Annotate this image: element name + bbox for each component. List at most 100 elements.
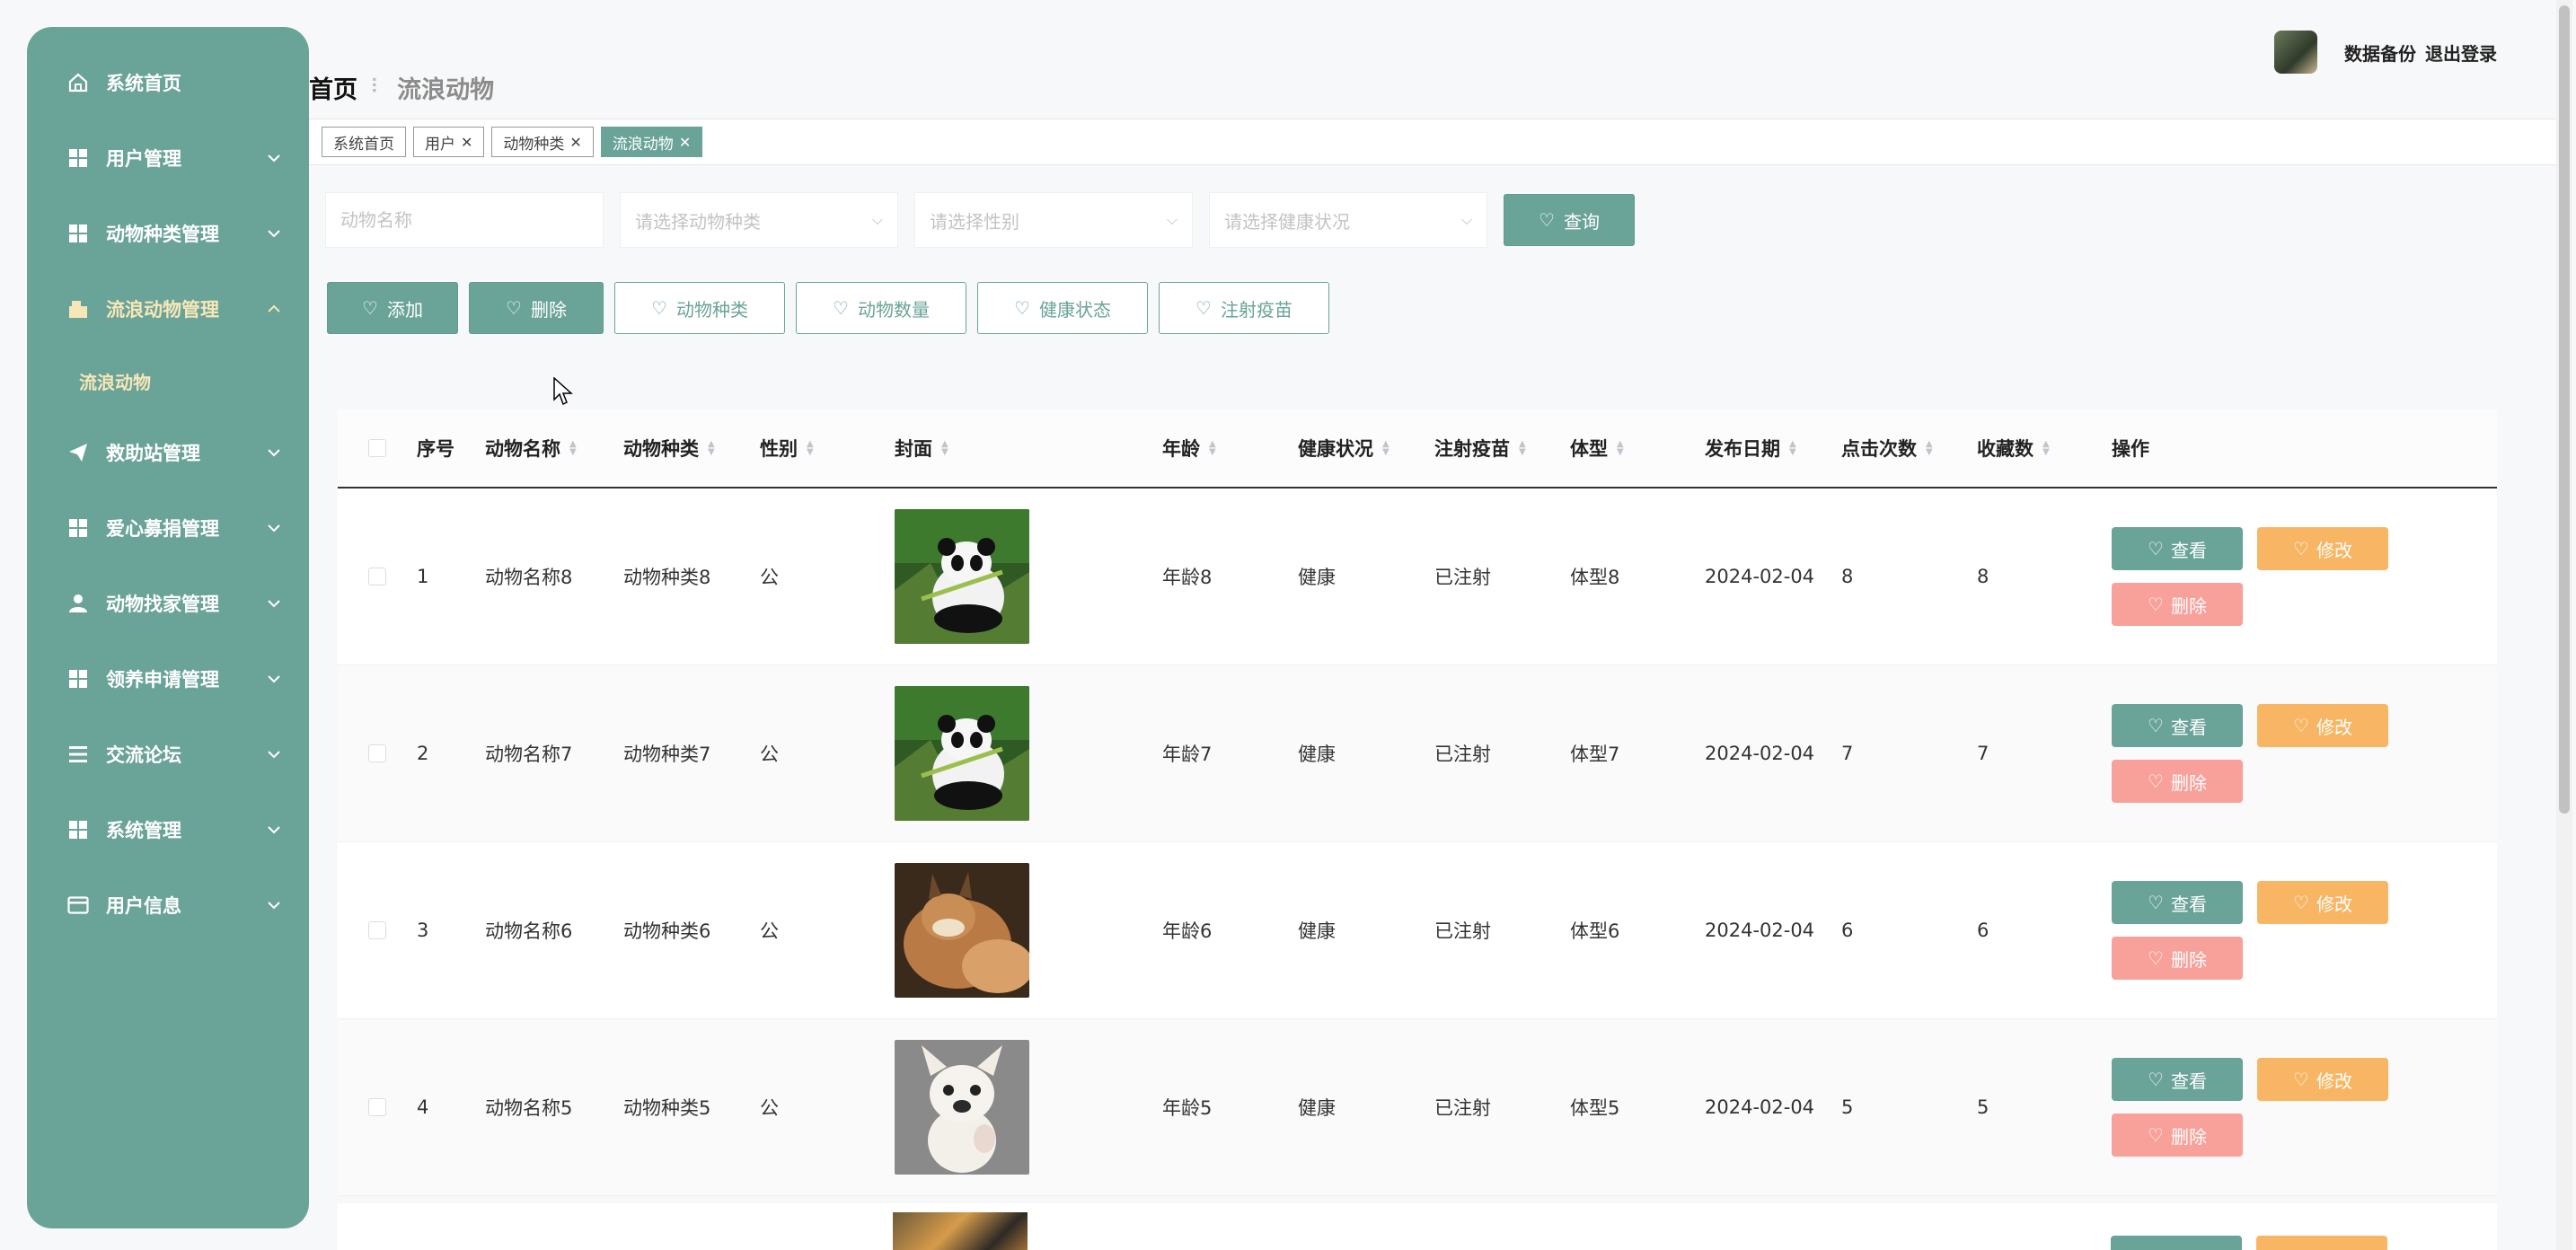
animal-type-select[interactable]: 请选择动物种类 ⌵ [620, 192, 898, 248]
sort-icon[interactable]: ▲ ▼ [569, 440, 577, 457]
header-health[interactable]: 健康状况 ▲ ▼ [1298, 435, 1434, 462]
cell-type: 动物种类6 [623, 920, 711, 942]
header-body[interactable]: 体型 ▲ ▼ [1570, 435, 1705, 462]
breadcrumb-home[interactable]: 首页 [309, 70, 357, 105]
view-button[interactable]: ♡ 查看 [2112, 1058, 2243, 1101]
button-label: 健康状态 [1038, 298, 1111, 321]
cell-body: 体型5 [1570, 1097, 1620, 1119]
edit-button[interactable] [2256, 1236, 2387, 1250]
chevron-up-icon [266, 301, 282, 317]
sort-icon[interactable]: ▲ ▼ [1789, 440, 1796, 457]
header-name[interactable]: 动物名称 ▲ ▼ [485, 435, 623, 462]
heart-icon: ♡ [2293, 1069, 2309, 1090]
button-label: 查看 [2170, 539, 2207, 561]
row-delete-button[interactable]: ♡ 删除 [2112, 583, 2243, 626]
cell-cover[interactable] [895, 863, 1162, 998]
sidebar-item-find-home[interactable]: 动物找家管理 [27, 566, 309, 641]
button-label: 查看 [2170, 716, 2207, 738]
row-checkbox[interactable] [368, 1098, 386, 1116]
animal-name-input[interactable] [340, 209, 588, 231]
header-favs[interactable]: 收藏数 ▲ ▼ [1977, 435, 2112, 462]
header-clicks[interactable]: 点击次数 ▲ ▼ [1841, 435, 1977, 462]
header-date[interactable]: 发布日期 ▲ ▼ [1705, 435, 1841, 462]
row-delete-button[interactable]: ♡ 删除 [2112, 1114, 2243, 1157]
close-icon[interactable]: ✕ [461, 134, 472, 151]
sort-icon[interactable]: ▲ ▼ [941, 440, 948, 457]
tag-stray-animals[interactable]: 流浪动物 ✕ [600, 127, 703, 157]
row-delete-button[interactable]: ♡ 删除 [2112, 937, 2243, 980]
sidebar-item-donations[interactable]: 爱心募捐管理 [27, 490, 309, 566]
sidebar-item-stray-animals[interactable]: 流浪动物管理 [27, 271, 309, 347]
sort-icon[interactable]: ▲ ▼ [1926, 440, 1933, 457]
cover-image [895, 863, 1029, 998]
sort-icon[interactable]: ▲ ▼ [1209, 440, 1216, 457]
view-button[interactable] [2111, 1236, 2242, 1250]
sidebar-item-user-info[interactable]: 用户信息 [27, 867, 309, 943]
add-button[interactable]: ♡ 添加 [327, 282, 458, 334]
chart-vaccine-button[interactable]: ♡ 注射疫苗 [1159, 282, 1329, 334]
tag-home[interactable]: 系统首页 [322, 127, 406, 157]
tag-users[interactable]: 用户 ✕ [413, 127, 485, 157]
header-vaccine[interactable]: 注射疫苗 ▲ ▼ [1434, 435, 1570, 462]
header-type[interactable]: 动物种类 ▲ ▼ [623, 435, 760, 462]
row-select-cell [338, 1098, 417, 1116]
header-sex[interactable]: 性别 ▲ ▼ [760, 435, 895, 462]
edit-button[interactable]: ♡ 修改 [2257, 1058, 2388, 1101]
backup-link[interactable]: 数据备份 [2344, 40, 2416, 66]
delete-button[interactable]: ♡ 删除 [469, 282, 604, 334]
row-checkbox[interactable] [368, 568, 386, 585]
sidebar-item-system[interactable]: 系统管理 [27, 792, 309, 867]
chart-type-button[interactable]: ♡ 动物种类 [614, 282, 785, 334]
sidebar-item-forum[interactable]: 交流论坛 [27, 717, 309, 792]
row-select-cell [338, 568, 417, 585]
chart-count-button[interactable]: ♡ 动物数量 [796, 282, 966, 334]
edit-button[interactable]: ♡ 修改 [2257, 704, 2388, 747]
close-icon[interactable]: ✕ [569, 134, 581, 151]
cell-name: 动物名称8 [485, 567, 573, 588]
edit-button[interactable]: ♡ 修改 [2257, 881, 2388, 924]
row-checkbox[interactable] [368, 744, 386, 762]
tag-animal-types[interactable]: 动物种类 ✕ [491, 127, 594, 157]
sidebar-item-animal-types[interactable]: 动物种类管理 [27, 196, 309, 271]
logout-link[interactable]: 退出登录 [2425, 40, 2497, 66]
header-label: 动物种类 [623, 438, 699, 460]
query-button[interactable]: ♡ 查询 [1504, 194, 1635, 246]
header-cover[interactable]: 封面 ▲ ▼ [895, 435, 1162, 462]
health-select[interactable]: 请选择健康状况 ⌵ [1209, 192, 1487, 248]
close-icon[interactable]: ✕ [679, 134, 691, 151]
avatar[interactable] [2274, 31, 2317, 74]
list-icon [66, 743, 90, 766]
scrollbar-thumb[interactable] [2559, 5, 2570, 814]
scrollbar[interactable] [2556, 0, 2572, 1250]
row-delete-button[interactable]: ♡ 删除 [2112, 760, 2243, 803]
sidebar-item-rescue-stations[interactable]: 救助站管理 [27, 415, 309, 490]
cell-cover[interactable] [895, 686, 1162, 821]
sidebar-subitem-stray-animal[interactable]: 流浪动物 [27, 347, 309, 415]
edit-button[interactable]: ♡ 修改 [2257, 527, 2388, 570]
view-button[interactable]: ♡ 查看 [2112, 881, 2243, 924]
chart-health-button[interactable]: ♡ 健康状态 [977, 282, 1148, 334]
sort-icon[interactable]: ▲ ▼ [1617, 440, 1624, 457]
heart-icon: ♡ [2293, 538, 2309, 559]
header-no: 序号 [417, 438, 454, 460]
cover-image [895, 686, 1029, 821]
sort-icon[interactable]: ▲ ▼ [708, 440, 715, 457]
sidebar-item-users[interactable]: 用户管理 [27, 120, 309, 196]
cell-cover[interactable] [895, 1040, 1162, 1175]
cell-age: 年龄5 [1162, 1097, 1213, 1119]
select-all-checkbox[interactable] [368, 439, 386, 457]
sex-select[interactable]: 请选择性别 ⌵ [914, 192, 1193, 248]
cell-body: 体型6 [1570, 920, 1620, 942]
sort-icon[interactable]: ▲ ▼ [1382, 440, 1389, 457]
header-age[interactable]: 年龄 ▲ ▼ [1162, 435, 1298, 462]
view-button[interactable]: ♡ 查看 [2112, 704, 2243, 747]
sidebar-item-adoption[interactable]: 领养申请管理 [27, 641, 309, 717]
cell-cover[interactable] [895, 509, 1162, 644]
view-button[interactable]: ♡ 查看 [2112, 527, 2243, 570]
sort-icon[interactable]: ▲ ▼ [807, 440, 814, 457]
row-checkbox[interactable] [368, 921, 386, 939]
sort-icon[interactable]: ▲ ▼ [1519, 440, 1526, 457]
cabinet-icon [66, 297, 90, 321]
sort-icon[interactable]: ▲ ▼ [2042, 440, 2050, 457]
sidebar-item-home[interactable]: 系统首页 [27, 45, 309, 120]
